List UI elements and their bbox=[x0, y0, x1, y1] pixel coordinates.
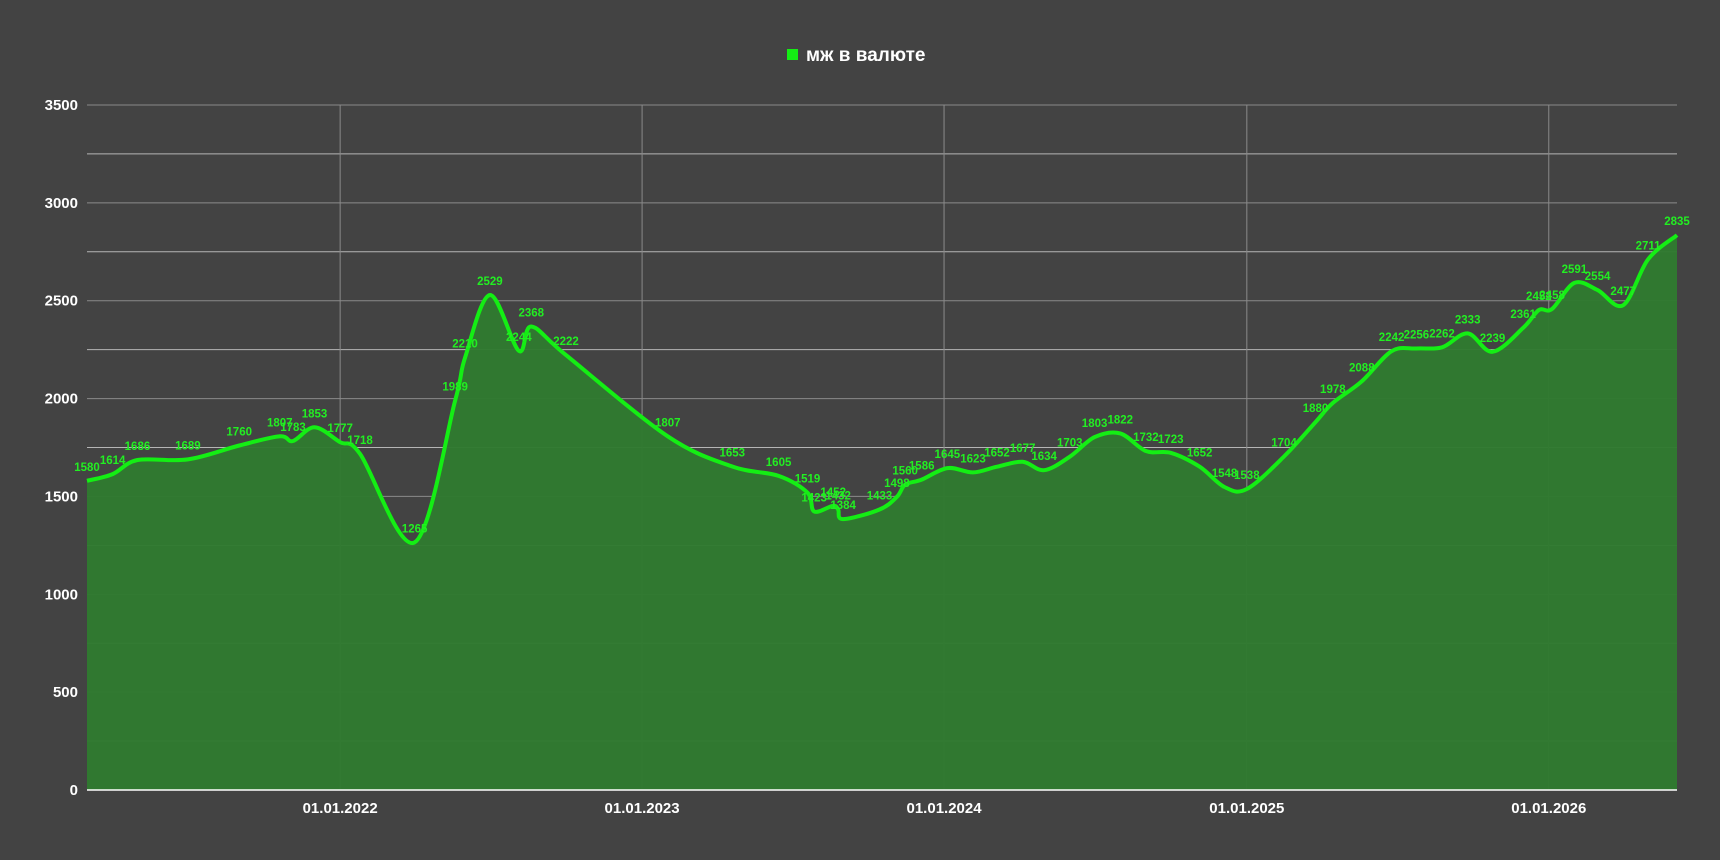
x-tick-label: 01.01.2026 bbox=[1511, 800, 1586, 817]
data-label: 1623 bbox=[960, 453, 986, 465]
data-label: 1580 bbox=[74, 462, 100, 474]
data-label: 1760 bbox=[226, 427, 252, 439]
data-label: 1384 bbox=[830, 500, 856, 512]
data-label: 1723 bbox=[1158, 434, 1184, 446]
data-label: 1686 bbox=[125, 441, 151, 453]
data-label: 1880 bbox=[1303, 403, 1329, 415]
data-label: 1586 bbox=[909, 461, 935, 473]
data-label: 1822 bbox=[1107, 414, 1133, 426]
data-label: 2458 bbox=[1539, 290, 1565, 302]
data-label: 1978 bbox=[1320, 384, 1346, 396]
data-label: 2210 bbox=[452, 338, 478, 350]
data-label: 1652 bbox=[984, 448, 1010, 460]
data-label: 2361 bbox=[1510, 309, 1536, 321]
data-label: 1718 bbox=[347, 435, 373, 447]
data-label: 2711 bbox=[1636, 240, 1662, 252]
data-label: 1498 bbox=[884, 478, 910, 490]
data-label: 2244 bbox=[506, 332, 532, 344]
y-tick-label: 500 bbox=[53, 684, 78, 701]
data-label: 2256 bbox=[1404, 329, 1430, 341]
data-label: 2333 bbox=[1455, 314, 1481, 326]
area-chart: мж в валюте 0 500 1000 1500 2000 2500 3000 3500… bbox=[0, 0, 1720, 860]
legend-label: мж в валюте bbox=[806, 45, 925, 66]
data-label: 1704 bbox=[1271, 438, 1297, 450]
data-label: 1645 bbox=[935, 449, 961, 461]
data-label: 2088 bbox=[1349, 362, 1375, 374]
y-tick-label: 0 bbox=[70, 782, 78, 799]
data-label: 1803 bbox=[1082, 418, 1108, 430]
x-tick-label: 01.01.2024 bbox=[907, 800, 983, 817]
data-label: 2242 bbox=[1379, 332, 1405, 344]
data-label: 1614 bbox=[100, 455, 126, 467]
x-tick-label: 01.01.2022 bbox=[303, 800, 378, 817]
data-label: 1783 bbox=[280, 422, 306, 434]
data-label: 2477 bbox=[1610, 286, 1636, 298]
data-label: 1853 bbox=[302, 408, 328, 420]
y-tick-label: 1000 bbox=[45, 586, 78, 603]
data-label: 1652 bbox=[1187, 448, 1213, 460]
data-label: 2368 bbox=[518, 308, 544, 320]
x-tick-label: 01.01.2025 bbox=[1209, 800, 1284, 817]
data-label: 1634 bbox=[1031, 451, 1057, 463]
y-tick-label: 2500 bbox=[45, 293, 78, 310]
data-label: 1433 bbox=[867, 491, 893, 503]
chart-legend: мж в валюте bbox=[787, 45, 925, 66]
y-tick-label: 2000 bbox=[45, 391, 78, 408]
data-label: 2239 bbox=[1480, 333, 1506, 345]
data-label: 1519 bbox=[795, 474, 821, 486]
x-tick-label: 01.01.2023 bbox=[605, 800, 680, 817]
data-label: 1265 bbox=[402, 523, 428, 535]
y-tick-label: 1500 bbox=[45, 488, 78, 505]
data-label: 2222 bbox=[553, 336, 579, 348]
data-label: 1807 bbox=[655, 417, 681, 429]
legend-swatch bbox=[787, 49, 798, 60]
data-label: 2262 bbox=[1429, 328, 1455, 340]
data-label: 1538 bbox=[1234, 470, 1260, 482]
y-tick-label: 3000 bbox=[45, 195, 78, 212]
data-label: 1605 bbox=[766, 457, 792, 469]
data-label: 1732 bbox=[1133, 432, 1159, 444]
data-label: 1653 bbox=[719, 447, 745, 459]
data-label: 1777 bbox=[327, 423, 353, 435]
y-tick-label: 3500 bbox=[45, 97, 78, 114]
data-label: 1689 bbox=[175, 440, 201, 452]
data-label: 1703 bbox=[1057, 438, 1083, 450]
data-label: 2835 bbox=[1664, 216, 1690, 228]
data-label: 2529 bbox=[477, 276, 503, 288]
data-label: 2554 bbox=[1585, 271, 1611, 283]
data-label: 1989 bbox=[442, 382, 468, 394]
